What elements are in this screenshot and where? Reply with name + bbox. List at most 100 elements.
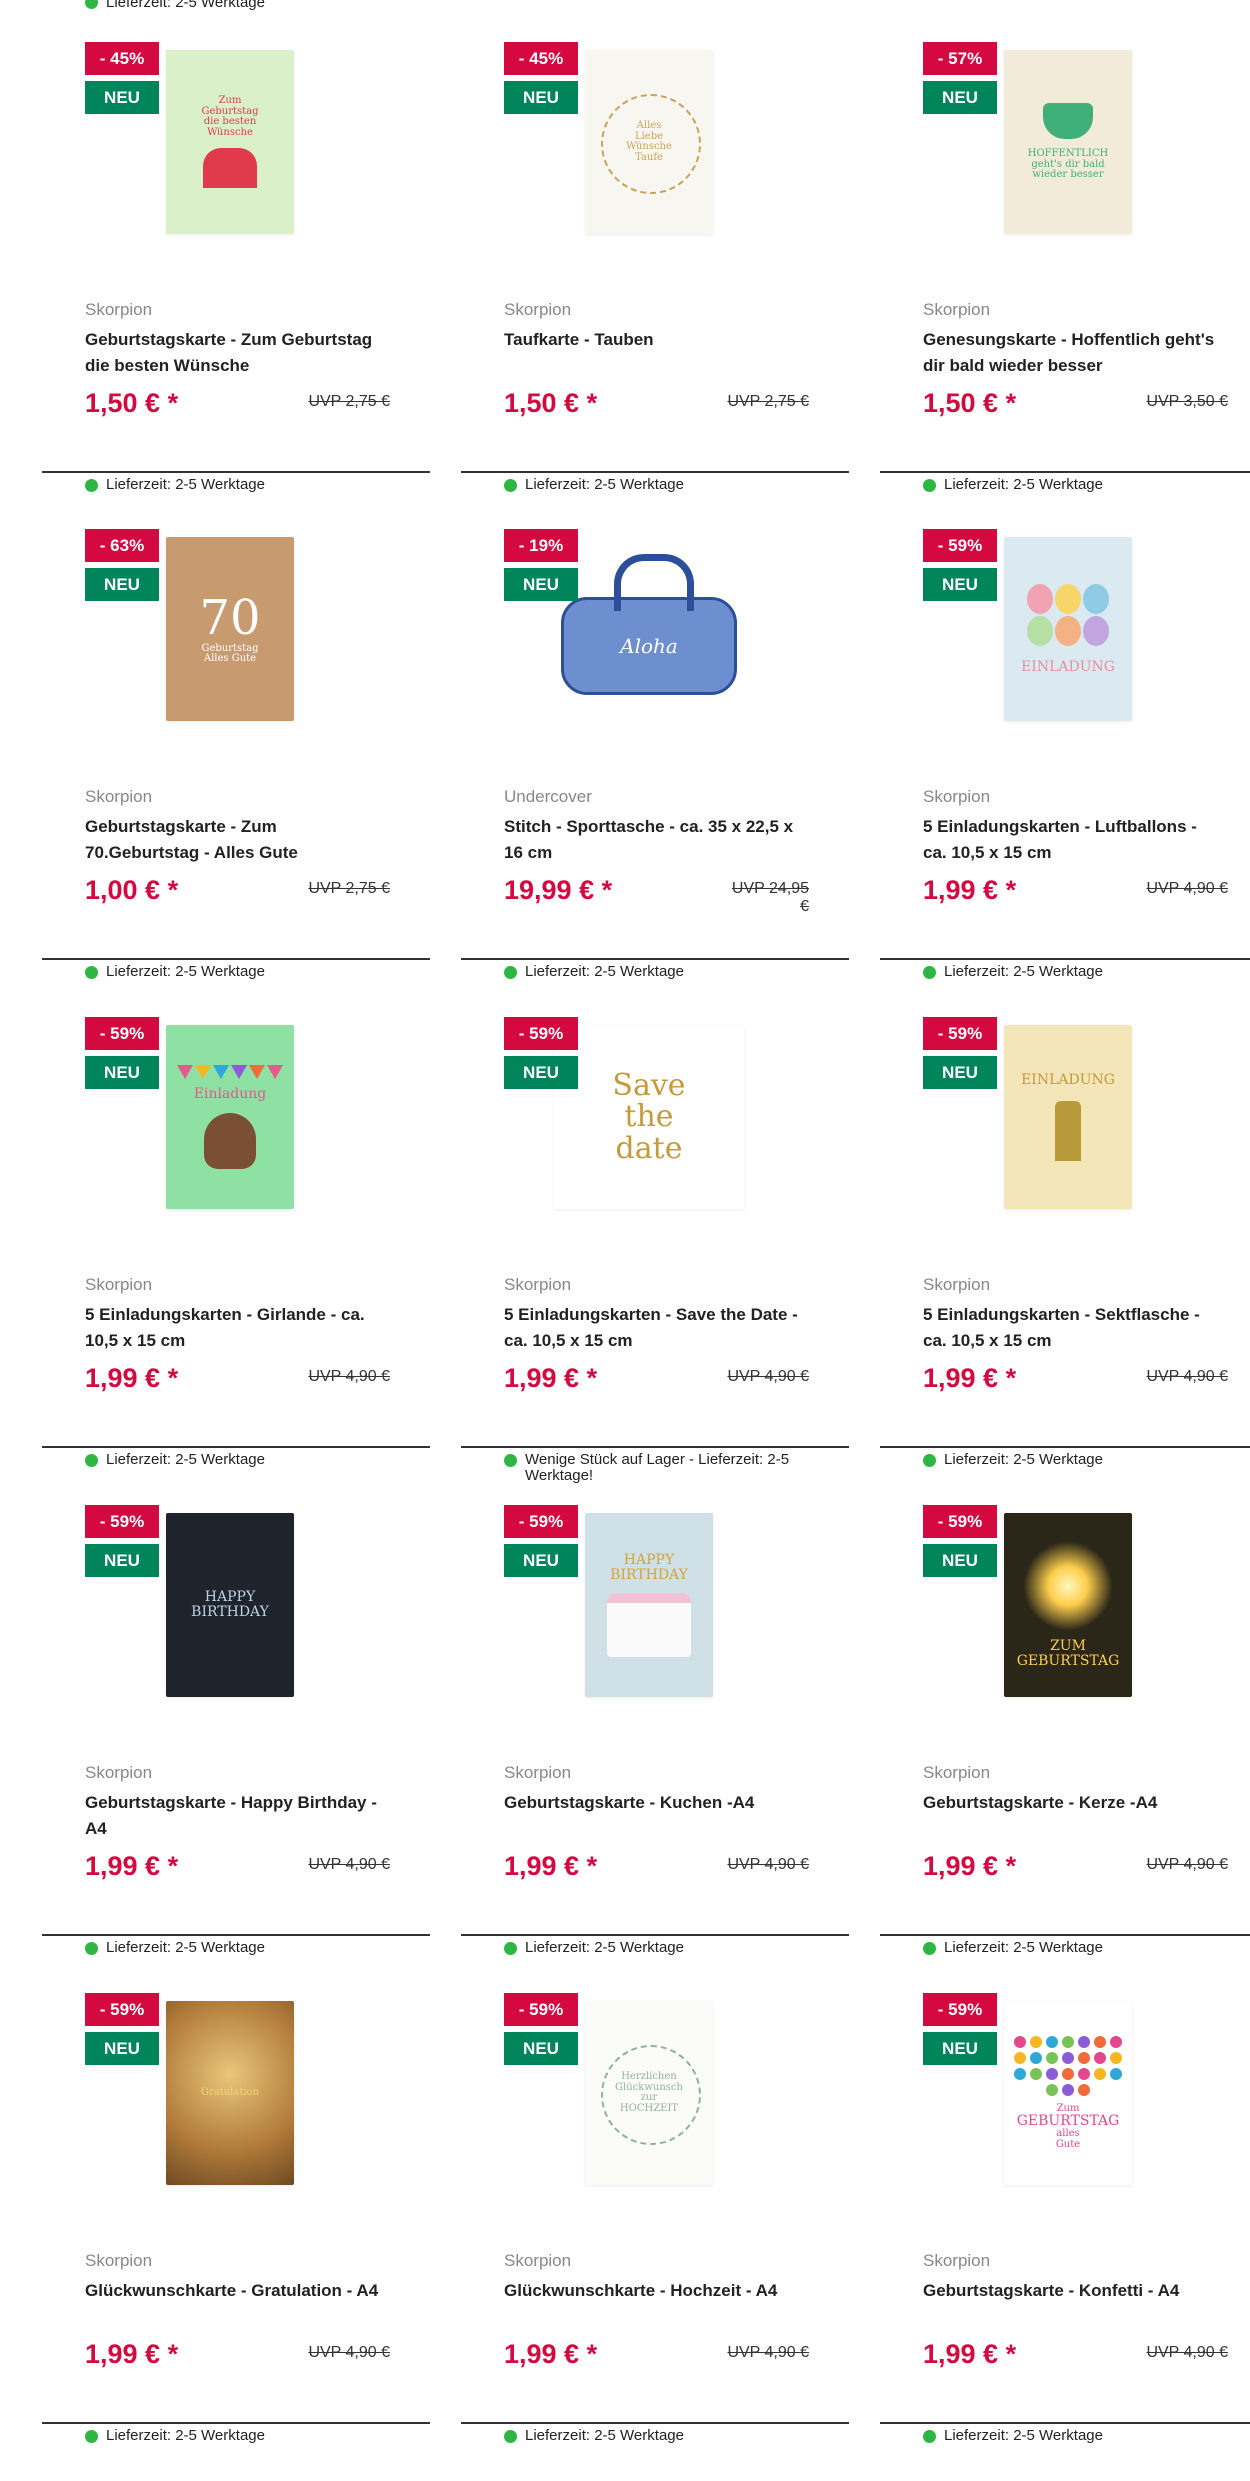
delivery-info: Lieferzeit: 2-5 Werktage <box>504 2428 824 2444</box>
product-title-link[interactable]: Geburtstagskarte - Happy Birthday - A4 <box>85 1790 385 1842</box>
availability-dot-icon <box>85 1942 98 1955</box>
confetti-dot-icon <box>1094 2067 1106 2080</box>
product-card[interactable]: Gratulation - 59% NEU Skorpion Glückwunschka… <box>42 1993 462 2481</box>
save-the-date-card-image[interactable]: Save the date <box>554 1025 744 1209</box>
wreath-card-image[interactable]: Alles Liebe Wünsche Taufe <box>585 50 713 234</box>
product-card[interactable]: Alles Liebe Wünsche Taufe - 45% NEU Skorpion Ta… <box>461 42 881 530</box>
product-price: 1,50 € * <box>923 388 1017 418</box>
discount-badge: - 59% <box>504 1505 578 1538</box>
flag-icon <box>195 1064 211 1079</box>
product-card[interactable]: EINLADUNG - 59% NEU Skorpion 5 Einladungskar… <box>880 1017 1250 1505</box>
product-card[interactable]: Zum Geburtstag die besten Wünsche - 45% NEU Sk… <box>42 42 462 530</box>
confetti-dot-icon <box>1062 2035 1074 2048</box>
confetti-dot-icon <box>1014 2067 1026 2080</box>
farm-card-image[interactable]: Zum Geburtstag die besten Wünsche <box>166 50 294 234</box>
product-uvp-price: UVP 3,50 € <box>1146 393 1228 410</box>
product-title-link[interactable]: Glückwunschkarte - Hochzeit - A4 <box>504 2278 804 2304</box>
availability-dot-icon <box>504 1942 517 1955</box>
product-uvp-price: UVP 4,90 € <box>308 2344 390 2361</box>
card-divider <box>461 1934 849 1936</box>
product-brand: Skorpion <box>85 787 153 806</box>
card-image-text: EINLADUNG <box>1021 1071 1115 1088</box>
card-divider <box>461 471 849 473</box>
confetti-dot-icon <box>1078 2035 1090 2048</box>
availability-dot-icon <box>85 0 98 9</box>
product-title-link[interactable]: 5 Einladungskarten - Girlande - ca. 10,5… <box>85 1302 385 1354</box>
product-card[interactable]: 70 Geburtstag Alles Gute - 63% NEU Skorpion Ge… <box>42 529 462 1017</box>
balloons-card-image[interactable]: EINLADUNG <box>1004 537 1132 721</box>
product-brand: Skorpion <box>85 300 153 319</box>
card-divider <box>461 2422 849 2424</box>
product-title-link[interactable]: 5 Einladungskarten - Sektflasche - ca. 1… <box>923 1302 1223 1354</box>
product-price: 1,99 € * <box>923 1363 1017 1393</box>
product-title-link[interactable]: Geburtstagskarte - Konfetti - A4 <box>923 2278 1223 2304</box>
product-brand: Skorpion <box>923 2251 991 2270</box>
product-title-link[interactable]: Geburtstagskarte - Kerze -A4 <box>923 1790 1223 1816</box>
product-title-link[interactable]: Stitch - Sporttasche - ca. 35 x 22,5 x 1… <box>504 814 804 866</box>
product-card[interactable]: HOFFENTLICH geht's dir bald wieder besser -… <box>880 42 1250 530</box>
card-divider <box>461 1446 849 1448</box>
happy-birthday-dark-card-image[interactable]: HAPPY BIRTHDAY <box>166 1513 294 1697</box>
champagne-glasses-card-image[interactable]: Gratulation <box>166 2001 294 2185</box>
confetti-dot-icon <box>1030 2051 1042 2064</box>
product-price: 1,99 € * <box>504 1363 598 1393</box>
card-image-text: Einladung <box>193 1085 267 1102</box>
product-card[interactable]: Einladung - 59% NEU Skorpion 5 Einladungskar… <box>42 1017 462 1505</box>
card-image-text: ZUM <box>1050 1638 1086 1655</box>
delivery-text: Lieferzeit: 2-5 Werktage <box>525 2427 684 2444</box>
product-price: 19,99 € * <box>504 875 613 905</box>
card-divider <box>880 1934 1250 1936</box>
product-uvp-price: UVP 2,75 € <box>727 393 809 410</box>
product-card[interactable]: HAPPY BIRTHDAY - 59% NEU Skorpion Geburtstags… <box>42 1505 462 1993</box>
product-title-link[interactable]: Glückwunschkarte - Gratulation - A4 <box>85 2278 385 2304</box>
balloon-icon <box>1027 615 1053 646</box>
product-uvp-price: UVP 2,75 € <box>308 880 390 897</box>
product-title-link[interactable]: Geburtstagskarte - Zum 70.Geburtstag - A… <box>85 814 385 866</box>
sports-bag-image[interactable]: Aloha <box>554 554 744 704</box>
product-title-link[interactable]: 5 Einladungskarten - Save the Date - ca.… <box>504 1302 804 1354</box>
cake-card-image[interactable]: HAPPY BIRTHDAY <box>585 1513 713 1697</box>
garland-flags-icon <box>177 1064 283 1079</box>
sparkler-card-image[interactable]: ZUM GEBURTSTAG <box>1004 1513 1132 1697</box>
teacup-card-image[interactable]: HOFFENTLICH geht's dir bald wieder besser <box>1004 50 1132 234</box>
product-card[interactable]: Herzlichen Glückwunsch zur HOCHZEIT - 59% NEU… <box>461 1993 881 2481</box>
availability-dot-icon <box>85 2430 98 2443</box>
wedding-wreath-card-image[interactable]: Herzlichen Glückwunsch zur HOCHZEIT <box>585 2001 713 2185</box>
new-badge: NEU <box>923 81 997 114</box>
card-image-text: Alles <box>636 120 662 131</box>
card-image-text: BIRTHDAY <box>191 1604 269 1620</box>
product-title-link[interactable]: 5 Einladungskarten - Luftballons - ca. 1… <box>923 814 1223 866</box>
delivery-text: Lieferzeit: 2-5 Werktage <box>106 1939 265 1956</box>
product-title-link[interactable]: Geburtstagskarte - Kuchen -A4 <box>504 1790 804 1816</box>
product-title-link[interactable]: Taufkarte - Tauben <box>504 327 804 353</box>
confetti-card-image[interactable]: Zum GEBURTSTAG alles Gute <box>1004 2001 1132 2185</box>
card-divider <box>880 958 1250 960</box>
product-title-link[interactable]: Geburtstagskarte - Zum Geburtstag die be… <box>85 327 385 379</box>
card-image-text: Herzlichen <box>621 2071 677 2082</box>
product-title-link[interactable]: Genesungskarte - Hoffentlich geht's dir … <box>923 327 1223 379</box>
product-row: Zum Geburtstag die besten Wünsche - 45% NEU Sk… <box>0 42 1250 530</box>
product-card[interactable]: ZUM GEBURTSTAG - 59% NEU Skorpion Geburtstags… <box>880 1505 1250 1993</box>
new-badge: NEU <box>504 81 578 114</box>
new-badge: NEU <box>923 568 997 601</box>
product-card[interactable]: Zum GEBURTSTAG alles Gute - 59% NEU Skorpion Ge… <box>880 1993 1250 2481</box>
product-uvp-price: UVP 4,90 € <box>1146 1368 1228 1385</box>
card-image-text: GEBURTSTAG <box>1016 1653 1120 1669</box>
product-row: HAPPY BIRTHDAY - 59% NEU Skorpion Geburtstags… <box>0 1505 1250 1993</box>
card-image-text: 70 <box>199 590 261 647</box>
new-badge: NEU <box>85 1544 159 1577</box>
delivery-text: Lieferzeit: 2-5 Werktage <box>525 476 684 493</box>
product-card[interactable]: EINLADUNG - 59% NEU Skorpion 5 Einladungskar… <box>880 529 1250 1017</box>
product-grid: Zum Geburtstag die besten Wünsche - 45% NEU Sk… <box>0 0 1250 2457</box>
delivery-info: Lieferzeit: 2-5 Werktage <box>85 2428 405 2444</box>
champagne-bottle-card-image[interactable]: EINLADUNG <box>1004 1025 1132 1209</box>
product-card[interactable]: Save the date - 59% NEU Skorpion 5 Einladungsk… <box>461 1017 881 1505</box>
seventy-card-image[interactable]: 70 Geburtstag Alles Gute <box>166 537 294 721</box>
delivery-info: Lieferzeit: 2-5 Werktage <box>85 1940 405 1956</box>
card-divider <box>42 2422 430 2424</box>
product-card[interactable]: Aloha - 19% NEU Undercover Stitch - Sporttas… <box>461 529 881 1017</box>
top-partial-delivery: Lieferzeit: 2-5 Werktage <box>85 0 265 11</box>
product-card[interactable]: HAPPY BIRTHDAY - 59% NEU Skorpion Geburtstags… <box>461 1505 881 1993</box>
product-price: 1,99 € * <box>504 1851 598 1881</box>
garland-card-image[interactable]: Einladung <box>166 1025 294 1209</box>
